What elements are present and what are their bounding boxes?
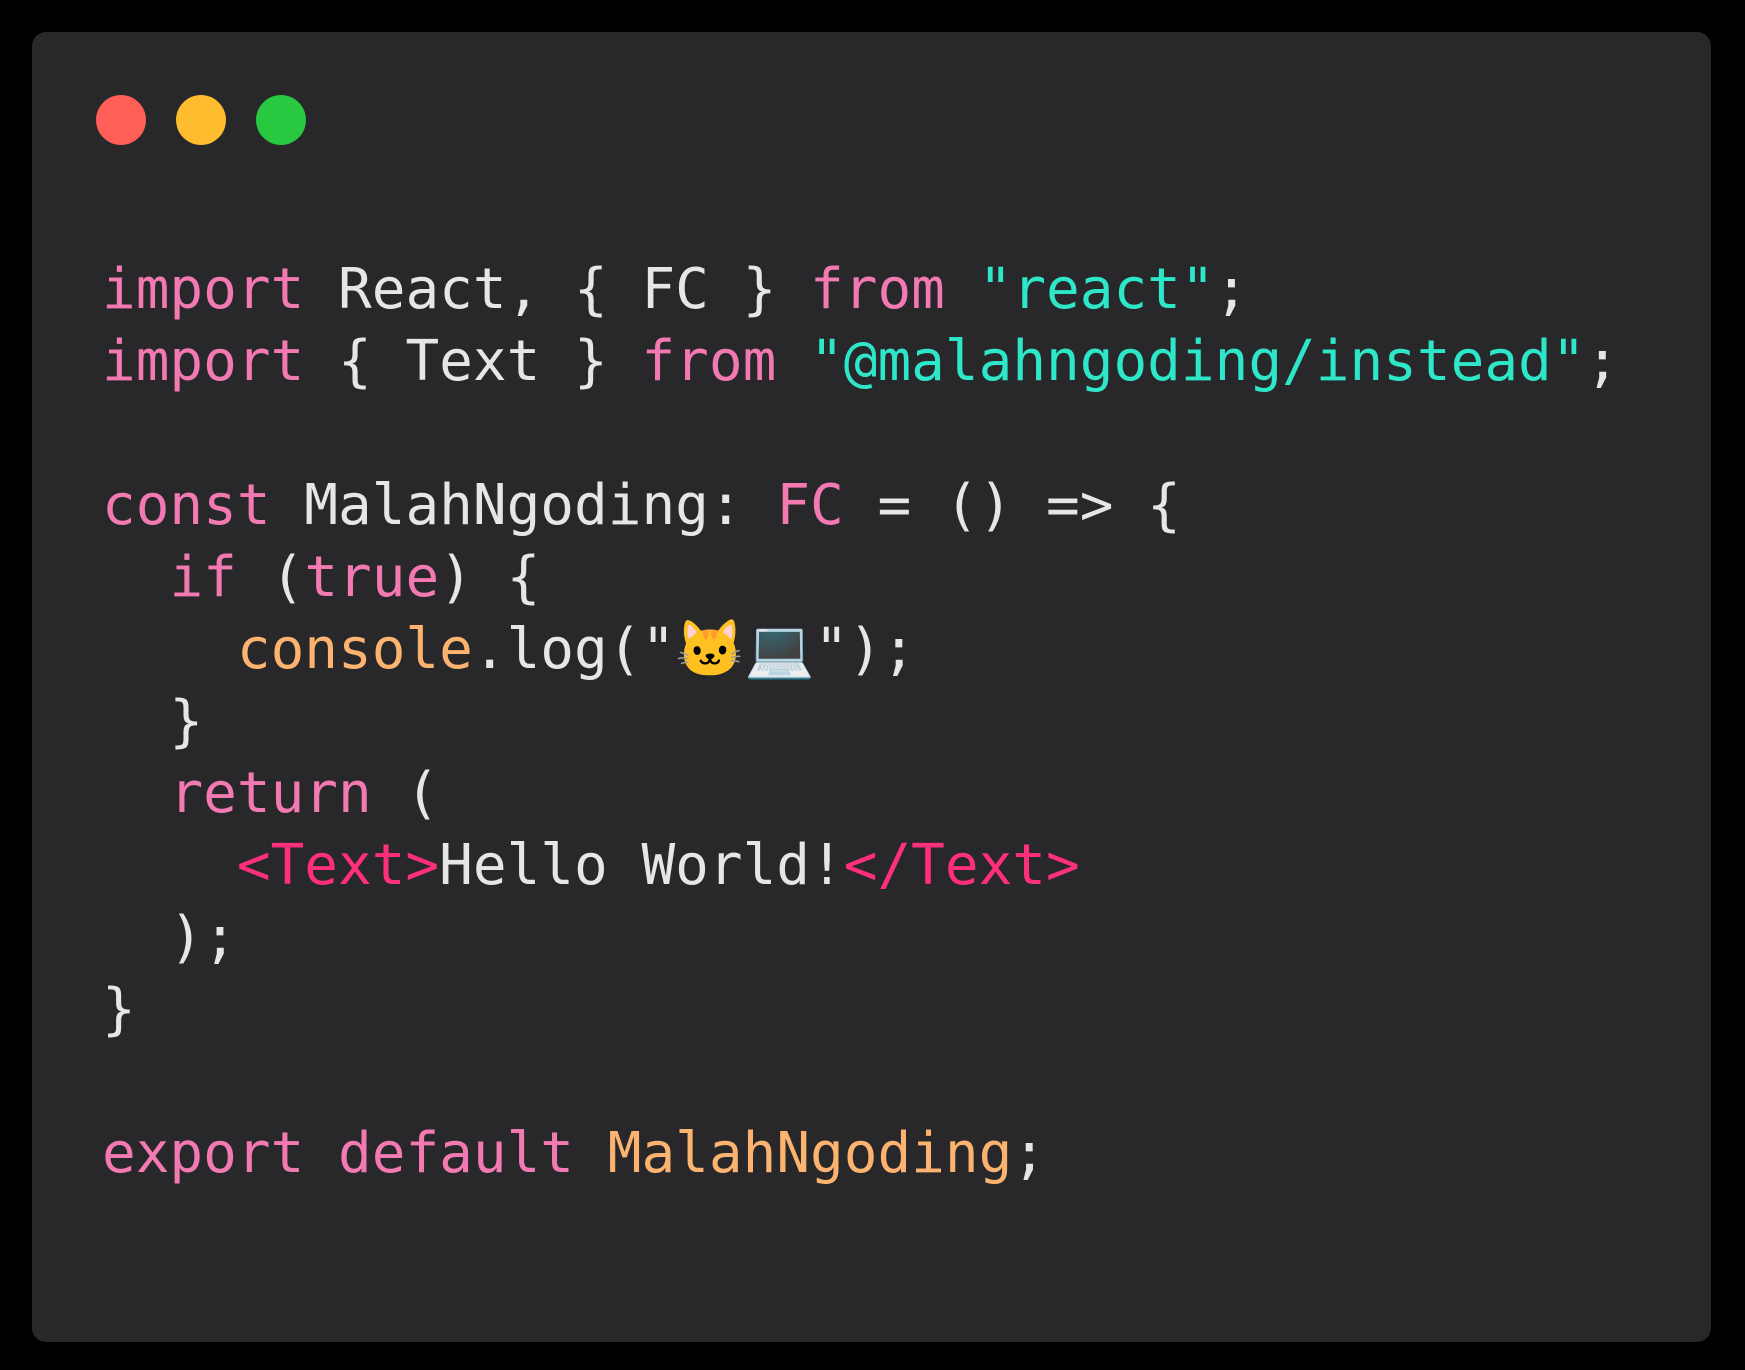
keyword-return: return — [169, 761, 372, 826]
code-line-13: export default MalahNgoding; — [102, 1118, 1619, 1190]
code-line-10: ); — [102, 902, 1619, 974]
type-fc: FC — [776, 473, 844, 538]
code-text: { Text } — [304, 329, 642, 394]
maximize-button[interactable] — [256, 95, 306, 145]
code-text: = () => { — [843, 473, 1181, 538]
code-line-5: if (true) { — [102, 542, 1619, 614]
code-block: import React, { FC } from "react"; import… — [102, 254, 1619, 1190]
code-text: } — [102, 689, 204, 754]
code-line-6: console.log("🐱💻"); — [102, 614, 1619, 686]
keyword-import: import — [102, 329, 305, 394]
code-line-11: } — [102, 974, 1619, 1046]
string-literal: "@malahngoding/instead" — [810, 329, 1586, 394]
code-window: import React, { FC } from "react"; import… — [32, 32, 1711, 1342]
code-line-1: import React, { FC } from "react"; — [102, 254, 1619, 326]
minimize-button[interactable] — [176, 95, 226, 145]
code-line-4: const MalahNgoding: FC = () => { — [102, 470, 1619, 542]
code-line-8: return ( — [102, 758, 1619, 830]
identifier-console: console — [236, 617, 473, 682]
close-button[interactable] — [96, 95, 146, 145]
jsx-text: Hello World! — [439, 833, 844, 898]
semicolon: ; — [1585, 329, 1620, 394]
semicolon: ; — [1214, 257, 1249, 322]
keyword-if: if — [169, 545, 237, 610]
code-line-9: <Text>Hello World!</Text> — [102, 830, 1619, 902]
code-text: React, { FC } — [304, 257, 811, 322]
string-literal: "react" — [978, 257, 1215, 322]
semicolon: ; — [1012, 1121, 1047, 1186]
jsx-close-tag: </Text> — [843, 833, 1080, 898]
keyword-import: import — [102, 257, 305, 322]
keyword-from: from — [641, 329, 777, 394]
code-text: MalahNgoding: — [270, 473, 777, 538]
code-text: .log("🐱💻"); — [472, 617, 916, 682]
keyword-const: const — [102, 473, 271, 538]
keyword-default: default — [338, 1121, 575, 1186]
identifier-malahngoding: MalahNgoding — [607, 1121, 1013, 1186]
code-text: ) { — [439, 545, 541, 610]
code-text: ( — [236, 545, 305, 610]
keyword-from: from — [810, 257, 945, 322]
code-line-7: } — [102, 686, 1619, 758]
keyword-export: export — [102, 1121, 305, 1186]
jsx-open-tag: <Text> — [236, 833, 440, 898]
code-text: } — [102, 977, 136, 1042]
keyword-true: true — [304, 545, 440, 610]
code-text: ); — [102, 905, 237, 970]
code-text: ( — [371, 761, 440, 826]
code-line-2: import { Text } from "@malahngoding/inst… — [102, 326, 1619, 398]
